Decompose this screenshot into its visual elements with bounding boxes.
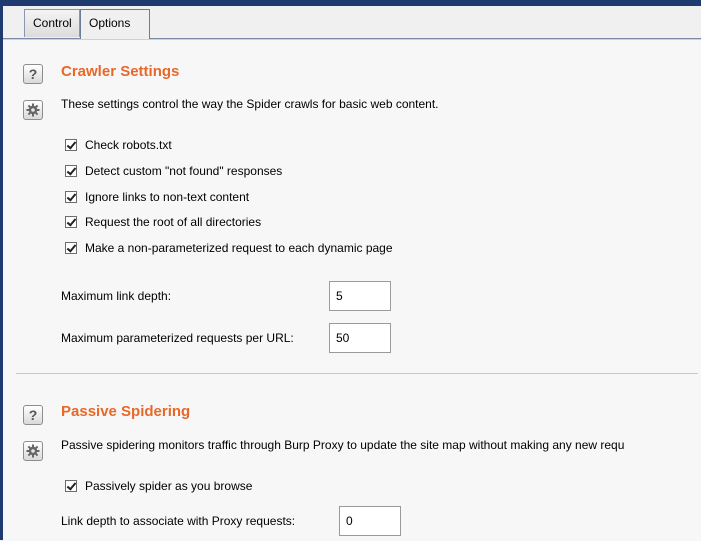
checkbox-label: Passively spider as you browse xyxy=(85,479,253,493)
checkbox-non-param[interactable] xyxy=(65,242,77,254)
passive-help-button[interactable]: ? xyxy=(23,405,43,425)
passive-settings-button[interactable] xyxy=(23,441,43,461)
max-param-requests-label: Maximum parameterized requests per URL: xyxy=(61,331,294,345)
checkbox-root-dirs[interactable] xyxy=(65,216,77,228)
passive-spidering-title: Passive Spidering xyxy=(61,403,191,420)
checkbox-row-not-found[interactable]: Detect custom "not found" responses xyxy=(65,163,282,179)
checkbox-row-non-param[interactable]: Make a non-parameterized request to each… xyxy=(65,240,393,256)
gear-icon xyxy=(26,103,40,117)
proxy-link-depth-label: Link depth to associate with Proxy reque… xyxy=(61,514,296,528)
checkbox-row-robots[interactable]: Check robots.txt xyxy=(65,137,172,153)
question-mark-icon: ? xyxy=(28,407,38,423)
proxy-link-depth-input[interactable]: 0 xyxy=(339,506,401,536)
tab-bar: Control Options xyxy=(3,6,701,39)
checkbox-not-found[interactable] xyxy=(65,165,77,177)
checkbox-label: Make a non-parameterized request to each… xyxy=(85,241,393,255)
checkbox-row-root-dirs[interactable]: Request the root of all directories xyxy=(65,214,261,230)
checkbox-label: Request the root of all directories xyxy=(85,215,262,229)
checkbox-row-passive[interactable]: Passively spider as you browse xyxy=(65,478,252,494)
checkbox-non-text[interactable] xyxy=(65,191,77,203)
checkbox-robots[interactable] xyxy=(65,139,77,151)
max-param-requests-input[interactable]: 50 xyxy=(329,323,391,353)
crawler-settings-button[interactable] xyxy=(23,100,43,120)
tab-options[interactable]: Options xyxy=(80,9,150,39)
checkbox-label: Detect custom "not found" responses xyxy=(85,164,283,178)
section-divider xyxy=(16,373,698,374)
checkbox-row-non-text[interactable]: Ignore links to non-text content xyxy=(65,189,249,205)
max-link-depth-input[interactable]: 5 xyxy=(329,281,391,311)
crawler-settings-description: These settings control the way the Spide… xyxy=(61,97,439,111)
checkbox-label: Ignore links to non-text content xyxy=(85,190,250,204)
gear-icon xyxy=(26,444,40,458)
passive-spidering-description: Passive spidering monitors traffic throu… xyxy=(61,438,625,452)
tab-control[interactable]: Control xyxy=(24,9,80,37)
max-link-depth-label: Maximum link depth: xyxy=(61,289,172,303)
question-mark-icon: ? xyxy=(28,66,38,82)
crawler-settings-title: Crawler Settings xyxy=(61,63,180,80)
checkbox-label: Check robots.txt xyxy=(85,138,172,152)
checkbox-passive-spider[interactable] xyxy=(65,480,77,492)
crawler-help-button[interactable]: ? xyxy=(23,64,43,84)
